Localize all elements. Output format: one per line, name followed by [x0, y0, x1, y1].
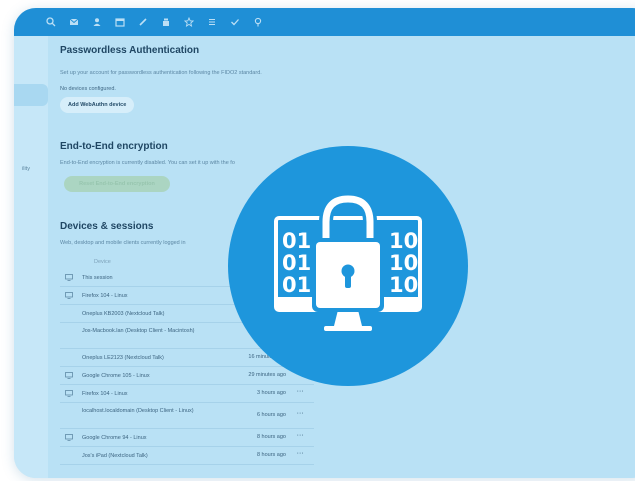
device-name: This session	[82, 275, 113, 281]
deck-icon[interactable]	[161, 17, 171, 27]
device-name: Firefox 104 - Linux	[82, 391, 128, 397]
monitor-icon	[65, 434, 73, 441]
passwordless-title: Passwordless Authentication	[60, 45, 200, 56]
passwordless-status: No devices configured.	[60, 86, 116, 92]
more-actions-icon[interactable]: ···	[297, 451, 304, 457]
session-row: Jos's iPad (Nextcloud Talk) 8 hours ago ··…	[60, 447, 314, 465]
session-row: localhost.localdomain (Desktop Client - …	[60, 403, 314, 429]
keyhole-slot	[345, 274, 351, 288]
pencil-icon[interactable]	[138, 17, 148, 27]
binary-right-3: 10	[389, 273, 418, 297]
passwordless-description: Set up your account for passwordless aut…	[60, 70, 262, 76]
e2e-description: End-to-End encryption is currently disab…	[60, 160, 235, 166]
more-actions-icon[interactable]: ···	[297, 411, 304, 417]
binary-left-3: 01	[282, 273, 311, 297]
app-window: ility Passwordless Authentication Set up…	[14, 8, 635, 478]
device-name: localhost.localdomain (Desktop Client - …	[82, 408, 194, 414]
device-name: Oneplus KB2003 (Nextcloud Talk)	[82, 311, 165, 317]
mail-icon[interactable]	[69, 17, 79, 27]
encryption-badge: 01 01 01 10 10 10	[228, 146, 468, 386]
check-icon[interactable]	[230, 17, 240, 27]
monitor-icon	[65, 390, 73, 397]
monitor-icon	[65, 372, 73, 379]
device-name: Google Chrome 105 - Linux	[82, 373, 150, 379]
last-activity: 8 hours ago	[256, 452, 286, 458]
binary-left-2: 01	[282, 251, 311, 275]
device-name: Jos-Macbook.lan (Desktop Client - Macint…	[82, 328, 195, 334]
star-icon[interactable]	[184, 17, 194, 27]
monitor-icon	[65, 292, 73, 299]
device-name: Google Chrome 94 - Linux	[82, 435, 147, 441]
reset-e2e-button[interactable]: Reset End-to-End encryption	[64, 176, 170, 192]
device-name: Firefox 104 - Linux	[82, 293, 128, 299]
last-activity: 6 hours ago	[256, 412, 286, 418]
devices-title: Devices & sessions	[60, 221, 154, 232]
calendar-icon[interactable]	[115, 17, 125, 27]
location-icon[interactable]	[253, 17, 263, 27]
security-lock-illustration: 01 01 01 10 10 10	[274, 191, 422, 331]
list-icon[interactable]	[207, 17, 217, 27]
device-name: Oneplus LE2123 (Nextcloud Talk)	[82, 355, 164, 361]
sidebar-item-label[interactable]: ility	[22, 166, 30, 172]
top-app-menu	[14, 8, 635, 36]
sidebar-item-active[interactable]	[14, 84, 48, 106]
session-row: Firefox 104 - Linux 3 hours ago ···	[60, 385, 314, 403]
more-actions-icon[interactable]: ···	[297, 433, 304, 439]
settings-sidebar: ility	[14, 36, 48, 478]
last-activity: 3 hours ago	[256, 390, 286, 396]
column-header-device: Device	[94, 259, 111, 265]
last-activity: 8 hours ago	[256, 434, 286, 440]
monitor-base	[324, 326, 372, 331]
more-actions-icon[interactable]: ···	[297, 389, 304, 395]
binary-left-1: 01	[282, 229, 311, 253]
device-name: Jos's iPad (Nextcloud Talk)	[82, 453, 148, 459]
monitor-icon	[65, 274, 73, 281]
monitor-stand	[334, 310, 362, 326]
add-webauthn-device-button[interactable]: Add WebAuthn device	[60, 97, 135, 113]
search-icon[interactable]	[46, 17, 56, 27]
binary-right-1: 10	[389, 229, 418, 253]
e2e-title: End-to-End encryption	[60, 141, 168, 152]
contacts-icon[interactable]	[92, 17, 102, 27]
binary-right-2: 10	[389, 251, 418, 275]
devices-description: Web, desktop and mobile clients currentl…	[60, 240, 186, 246]
session-row: Google Chrome 94 - Linux 8 hours ago ···	[60, 429, 314, 447]
